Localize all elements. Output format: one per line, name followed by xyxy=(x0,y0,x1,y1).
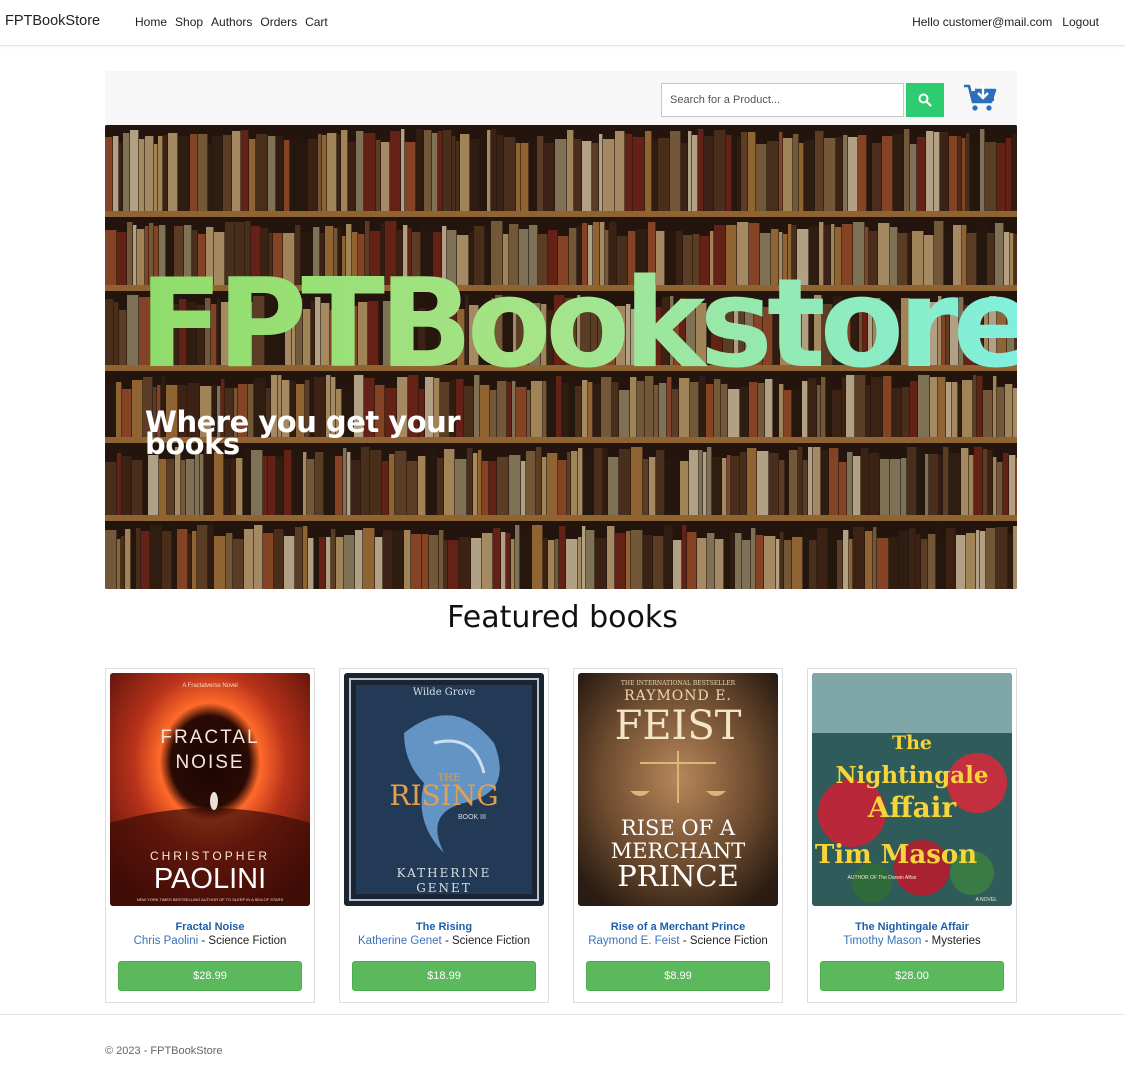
svg-text:FEIST: FEIST xyxy=(615,703,742,749)
book-card: THE INTERNATIONAL BESTSELLER RAYMOND E. … xyxy=(573,668,783,1003)
nav-home-link[interactable]: Home xyxy=(135,15,167,29)
hero-banner: FPTBookstore Where you get your books xyxy=(105,125,1017,589)
svg-text:KATHERINE: KATHERINE xyxy=(397,866,492,880)
price-button[interactable]: $28.00 xyxy=(820,961,1004,991)
svg-text:The: The xyxy=(892,732,932,754)
svg-text:NEW YORK TIMES BESTSELLING AUT: NEW YORK TIMES BESTSELLING AUTHOR OF TO … xyxy=(137,897,284,902)
svg-text:Tim Mason: Tim Mason xyxy=(815,840,977,870)
svg-text:BOOK III: BOOK III xyxy=(458,814,486,821)
book-card: Wilde Grove THE RISING BOOK III KATHERIN… xyxy=(339,668,549,1003)
price-button[interactable]: $18.99 xyxy=(352,961,536,991)
book-cover-image[interactable]: Wilde Grove THE RISING BOOK III KATHERIN… xyxy=(344,673,544,906)
svg-text:PRINCE: PRINCE xyxy=(617,859,739,893)
user-greeting[interactable]: Hello customer@mail.com xyxy=(912,15,1052,29)
featured-heading: Featured books xyxy=(447,600,678,635)
book-meta: Chris Paolini - Science Fiction xyxy=(133,935,287,947)
svg-text:Affair: Affair xyxy=(867,791,957,824)
svg-text:Nightingale: Nightingale xyxy=(835,762,988,789)
svg-text:PAOLINI: PAOLINI xyxy=(154,863,266,895)
book-title-link[interactable]: Fractal Noise xyxy=(106,921,314,933)
book-cover-image[interactable]: THE INTERNATIONAL BESTSELLER RAYMOND E. … xyxy=(578,673,778,906)
footer-copyright: © 2023 - FPTBookStore xyxy=(105,1045,223,1057)
book-cover-image[interactable]: The Nightingale Affair Tim Mason AUTHOR … xyxy=(812,673,1012,906)
svg-text:FRACTAL: FRACTAL xyxy=(160,727,259,748)
svg-text:A NOVEL: A NOVEL xyxy=(976,897,998,903)
svg-text:CHRISTOPHER: CHRISTOPHER xyxy=(150,849,270,863)
top-navbar: FPTBookStore Home Shop Authors Orders Ca… xyxy=(0,0,1125,46)
book-cover-image[interactable]: A Fractalverse Novel FRACTAL NOISE CHRIS… xyxy=(110,673,310,906)
svg-text:A Fractalverse Novel: A Fractalverse Novel xyxy=(182,683,237,689)
svg-text:RAYMOND E.: RAYMOND E. xyxy=(624,688,732,704)
book-genre: Science Fiction xyxy=(452,935,530,947)
book-title-link[interactable]: The Rising xyxy=(340,921,548,933)
hero-subtitle: Where you get your books xyxy=(145,405,461,461)
svg-text:THE INTERNATIONAL BESTSELLER: THE INTERNATIONAL BESTSELLER xyxy=(621,680,736,687)
book-genre: Science Fiction xyxy=(208,935,287,947)
search-input[interactable] xyxy=(661,83,904,117)
nav-orders-link[interactable]: Orders xyxy=(260,15,297,29)
price-button[interactable]: $8.99 xyxy=(586,961,770,991)
svg-text:RISING: RISING xyxy=(389,779,498,812)
search-icon xyxy=(918,93,932,107)
book-card: The Nightingale Affair Tim Mason AUTHOR … xyxy=(807,668,1017,1003)
brand-link[interactable]: FPTBookStore xyxy=(5,13,100,29)
book-card: A Fractalverse Novel FRACTAL NOISE CHRIS… xyxy=(105,668,315,1003)
nav-authors-link[interactable]: Authors xyxy=(211,15,252,29)
search-bar xyxy=(105,71,1017,125)
price-button[interactable]: $28.99 xyxy=(118,961,302,991)
book-author-link[interactable]: Katherine Genet xyxy=(358,935,442,947)
svg-text:GENET: GENET xyxy=(416,881,472,895)
svg-text:NOISE: NOISE xyxy=(175,752,244,773)
user-area: Hello customer@mail.com Logout xyxy=(912,15,1099,29)
book-author-link[interactable]: Chris Paolini xyxy=(134,935,199,947)
book-author-link[interactable]: Timothy Mason xyxy=(843,935,921,947)
svg-text:AUTHOR OF The Darwin Affair: AUTHOR OF The Darwin Affair xyxy=(848,875,917,881)
svg-text:Wilde Grove: Wilde Grove xyxy=(413,687,475,698)
nav-shop-link[interactable]: Shop xyxy=(175,15,203,29)
book-title-link[interactable]: The Nightingale Affair xyxy=(808,921,1016,933)
logout-link[interactable]: Logout xyxy=(1062,15,1099,29)
cart-download-icon[interactable] xyxy=(963,83,997,113)
book-meta: Timothy Mason - Mysteries xyxy=(843,935,981,947)
hero-title: FPTBookstore xyxy=(139,263,1017,386)
search-button[interactable] xyxy=(906,83,944,117)
nav-links: Home Shop Authors Orders Cart xyxy=(135,15,336,29)
nav-cart-link[interactable]: Cart xyxy=(305,15,328,29)
book-meta: Raymond E. Feist - Science Fiction xyxy=(588,935,768,947)
book-genre: Mysteries xyxy=(931,935,981,947)
book-title-link[interactable]: Rise of a Merchant Prince xyxy=(574,921,782,933)
footer-divider xyxy=(0,1014,1125,1015)
book-author-link[interactable]: Raymond E. Feist xyxy=(588,935,679,947)
svg-text:RISE OF A: RISE OF A xyxy=(621,816,736,840)
book-meta: Katherine Genet - Science Fiction xyxy=(358,935,530,947)
book-genre: Science Fiction xyxy=(689,935,768,947)
